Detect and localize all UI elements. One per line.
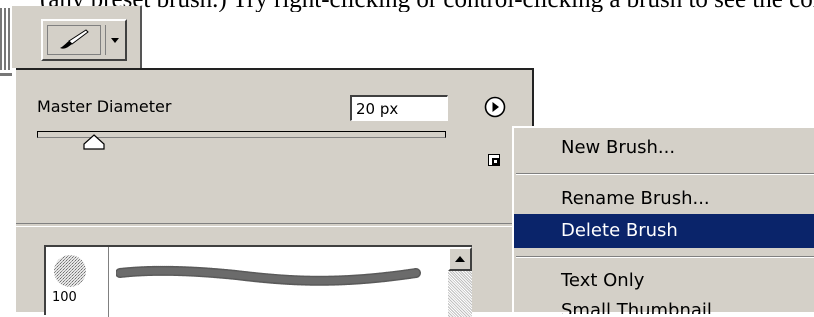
triangle-up-icon[interactable] [448,247,472,271]
panel-top-edge [16,68,534,70]
master-diameter-label: Master Diameter [37,97,172,116]
new-preset-icon[interactable] [488,151,500,166]
brush-tip-icon [52,253,88,289]
brush-row-divider [108,247,109,317]
panel-divider [16,223,532,227]
brush-preset-panel: Master Diameter 20 px 100 [15,68,534,317]
menu-item-text-only[interactable]: Text Only [514,264,814,298]
options-bar-gripper[interactable] [0,8,12,76]
menu-item-delete-brush[interactable]: Delete Brush [514,214,814,248]
slider-thumb[interactable] [83,134,105,150]
triangle-down-icon[interactable] [107,25,123,55]
menu-item-rename-brush[interactable]: Rename Brush... [514,182,814,216]
menu-item-new-brush[interactable]: New Brush... [514,131,814,165]
list-item[interactable]: 100 [46,247,434,317]
brush-preset-list: 100 [44,245,472,317]
brush-preset-picker[interactable] [41,19,127,61]
brush-size-label: 100 [52,290,77,305]
menu-separator [516,173,814,175]
menu-separator [516,256,814,258]
picker-divider [105,25,106,55]
background-text: (any preset brush.) Try right-clicking o… [40,0,814,12]
brush-panel-flyout-menu: New Brush... Rename Brush... Delete Brus… [512,126,814,314]
tool-options-box [12,6,142,68]
circle-arrow-right-icon[interactable] [484,96,506,118]
master-diameter-input[interactable] [350,95,448,121]
brush-icon [47,25,101,55]
brush-list-scrollbar[interactable] [448,247,472,317]
brush-stroke-preview [115,259,426,295]
